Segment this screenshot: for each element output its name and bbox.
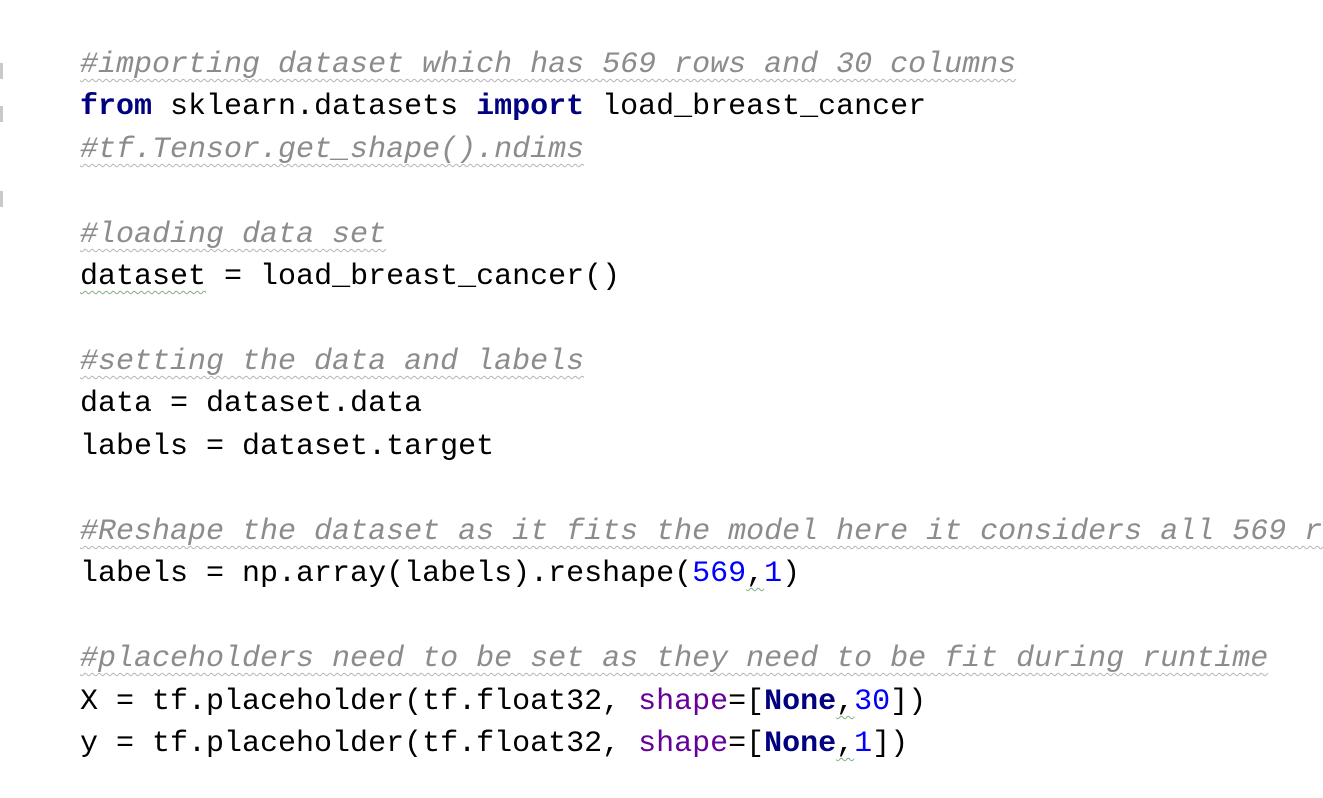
shape-kwarg: shape (638, 727, 729, 761)
code-line-8[interactable]: #setting the data and labels (8, 308, 584, 379)
code-line-17[interactable]: y = tf.placeholder(tf.float32, shape=[No… (8, 690, 908, 761)
code-line-1[interactable]: #importing dataset which has 569 rows an… (8, 11, 1016, 82)
reshape-separator: , (746, 557, 765, 591)
comment-tf-shape: #tf.Tensor.get_shape().ndims (80, 133, 585, 167)
code-line-3[interactable]: #tf.Tensor.get_shape().ndims (8, 96, 584, 167)
code-line-15[interactable]: #placeholders need to be set as they nee… (8, 605, 1268, 676)
gutter-marker (0, 191, 3, 207)
reshape-rows-number: 569 (692, 557, 747, 591)
shape-close: ]) (872, 727, 909, 761)
reshape-suffix: ) (782, 557, 801, 591)
reshape-cols-number: 1 (764, 557, 783, 591)
keyword-none: None (764, 727, 837, 761)
code-line-16[interactable]: X = tf.placeholder(tf.float32, shape=[No… (8, 648, 926, 719)
gutter-marker (0, 63, 3, 79)
shape-open: =[ (728, 727, 765, 761)
code-line-2[interactable]: from sklearn.datasets import load_breast… (8, 53, 926, 124)
code-line-5[interactable]: #loading data set (8, 181, 386, 252)
dataset-variable: dataset (80, 260, 207, 294)
code-editor[interactable]: #importing dataset which has 569 rows an… (0, 0, 1323, 761)
reshape-prefix: labels = np.array(labels).reshape( (80, 557, 693, 591)
y-placeholder-prefix: y = tf.placeholder(tf.float32, (80, 727, 639, 761)
code-line-6[interactable]: dataset = load_breast_cancer() (8, 223, 620, 294)
y-dim-number: 1 (854, 727, 873, 761)
shape-separator: , (836, 727, 855, 761)
code-line-12[interactable]: #Reshape the dataset as it fits the mode… (8, 478, 1323, 549)
imported-name: load_breast_cancer (584, 90, 927, 124)
gutter-marker (0, 106, 3, 122)
labels-assignment: labels = dataset.target (80, 430, 495, 464)
code-line-9[interactable]: data = dataset.data (8, 350, 422, 421)
code-line-13[interactable]: labels = np.array(labels).reshape(569,1) (8, 520, 800, 591)
dataset-assignment: = load_breast_cancer() (206, 260, 621, 294)
code-line-10[interactable]: labels = dataset.target (8, 393, 494, 464)
